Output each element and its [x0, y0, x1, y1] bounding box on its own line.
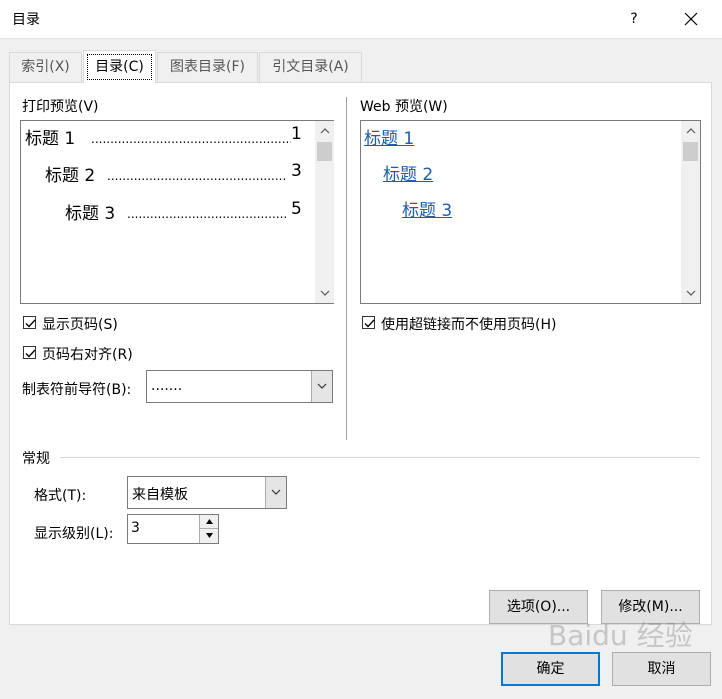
format-value: 来自模板 [132, 487, 188, 503]
tab-leader-value: ....... [151, 378, 183, 394]
tab-leader-label: 制表符前导符(B): [22, 382, 132, 398]
scroll-thumb[interactable] [317, 142, 332, 161]
help-button[interactable]: ? [622, 2, 646, 36]
print-preview-scrollbar[interactable] [315, 121, 334, 303]
show-page-numbers-label[interactable]: 显示页码(S) [42, 314, 118, 334]
caret-down-icon [206, 533, 213, 538]
web-link-heading-3[interactable]: 标题 3 [402, 196, 452, 221]
general-section-label: 常规 [22, 451, 50, 467]
format-label: 格式(T): [34, 488, 87, 504]
levels-spinner[interactable]: 3 [127, 514, 219, 544]
dialog-title: 目录 [12, 12, 40, 28]
right-align-label[interactable]: 页码右对齐(R) [42, 344, 133, 364]
spin-down-button[interactable] [199, 529, 218, 543]
caret-up-icon [206, 519, 213, 524]
leader-dots: ........................................… [91, 132, 291, 146]
levels-value[interactable]: 3 [131, 520, 140, 536]
tab-toc[interactable]: 目录(C) [83, 50, 156, 83]
tab-label: 目录(C) [95, 59, 144, 75]
print-preview-label: 打印预览(V) [22, 99, 99, 115]
options-button[interactable]: 选项(O)... [489, 590, 588, 624]
close-button[interactable] [676, 2, 706, 36]
levels-label: 显示级别(L): [34, 526, 114, 542]
tab-table-of-authorities[interactable]: 引文目录(A) [259, 52, 362, 82]
use-hyperlinks-checkbox[interactable] [362, 316, 375, 329]
toc-entry-2: 标题 2 ...................................… [45, 161, 302, 186]
right-align-checkbox[interactable] [23, 346, 36, 359]
column-divider [346, 97, 347, 440]
cancel-button[interactable]: 取消 [612, 652, 711, 686]
chevron-down-icon[interactable] [315, 285, 334, 301]
web-preview-label: Web 预览(W) [360, 99, 448, 115]
format-select[interactable]: 来自模板 [127, 476, 287, 509]
title-bar: 目录 ? [0, 0, 722, 38]
chevron-down-icon[interactable] [681, 285, 700, 301]
leader-dots: ........................................… [127, 207, 287, 221]
print-preview-box: 标题 1 ...................................… [20, 120, 334, 304]
tab-label: 图表目录(F) [170, 59, 245, 75]
use-hyperlinks-label[interactable]: 使用超链接而不使用页码(H) [381, 314, 556, 334]
chevron-down-icon [271, 489, 281, 495]
toc-entry-1: 标题 1 ...................................… [25, 124, 302, 149]
spin-up-button[interactable] [199, 515, 218, 529]
check-icon [25, 349, 36, 358]
tab-label: 索引(X) [21, 59, 70, 75]
dropdown-button[interactable] [311, 371, 332, 402]
tab-index[interactable]: 索引(X) [9, 52, 82, 82]
ok-button[interactable]: 确定 [501, 652, 600, 686]
check-icon [364, 319, 375, 328]
chevron-up-icon[interactable] [315, 123, 334, 139]
toc-entry-3: 标题 3 ...................................… [65, 199, 302, 224]
chevron-down-icon [317, 383, 327, 389]
web-link-heading-1[interactable]: 标题 1 [364, 124, 414, 149]
dropdown-button[interactable] [265, 477, 286, 508]
web-preview-scrollbar[interactable] [681, 121, 700, 303]
web-preview-box: 标题 1 标题 2 标题 3 [360, 120, 701, 304]
section-divider [60, 457, 700, 458]
modify-button[interactable]: 修改(M)... [601, 590, 700, 624]
scroll-thumb[interactable] [683, 142, 698, 161]
tab-leader-select[interactable]: ....... [146, 370, 333, 403]
tab-table-of-figures[interactable]: 图表目录(F) [157, 52, 258, 82]
tab-label: 引文目录(A) [272, 59, 349, 75]
close-icon [684, 12, 698, 26]
chevron-up-icon[interactable] [681, 123, 700, 139]
show-page-numbers-checkbox[interactable] [23, 316, 36, 329]
leader-dots: ........................................… [107, 169, 287, 183]
web-link-heading-2[interactable]: 标题 2 [383, 160, 433, 185]
check-icon [25, 319, 36, 328]
